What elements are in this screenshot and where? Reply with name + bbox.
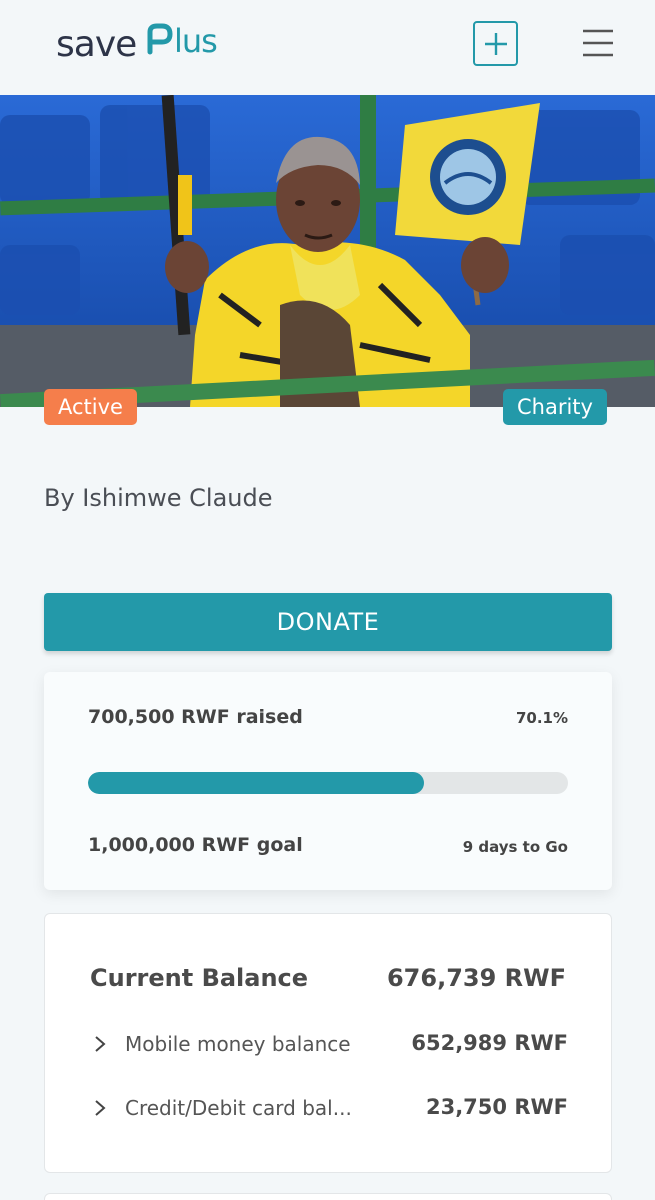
amount-raised: 700,500 RWF raised — [88, 706, 303, 728]
days-remaining: 9 days to Go — [462, 838, 568, 856]
balance-row-label: Mobile money balance — [125, 1032, 351, 1056]
goal-amount: 1,000,000 RWF goal — [88, 834, 303, 856]
logo-text-plus: lus — [144, 22, 232, 67]
hamburger-menu-icon — [583, 29, 613, 57]
add-campaign-button[interactable] — [473, 21, 518, 66]
donate-button[interactable]: DONATE — [44, 593, 612, 651]
balance-row-label: Credit/Debit card bal... — [125, 1096, 352, 1120]
progress-bar-fill — [88, 772, 425, 794]
svg-text:lus: lus — [174, 22, 217, 56]
percent-raised: 70.1% — [515, 709, 568, 727]
saveplus-logo[interactable]: save lus — [56, 22, 232, 67]
mobile-money-balance-row[interactable]: Mobile money balance 652,989 RWF — [90, 1030, 568, 1060]
balance-title: Current Balance — [90, 964, 309, 992]
chevron-right-icon — [95, 1100, 106, 1116]
logo-text-save: save — [56, 24, 137, 65]
current-balance-card: Current Balance 676,739 RWF Mobile money… — [44, 913, 612, 1173]
balance-row-amount: 652,989 RWF — [411, 1031, 568, 1055]
logo-plus-wordmark: lus — [147, 22, 218, 60]
category-badge: Charity — [503, 389, 607, 425]
status-badge: Active — [44, 389, 137, 425]
fundraising-progress-card: 700,500 RWF raised 70.1% 1,000,000 RWF g… — [44, 672, 612, 890]
chevron-right-icon — [95, 1036, 106, 1052]
campaign-author: By Ishimwe Claude — [44, 484, 273, 512]
hamburger-menu-button[interactable] — [582, 28, 614, 58]
progress-bar — [88, 772, 568, 794]
next-card-partial — [44, 1193, 612, 1200]
campaign-cover-image — [0, 95, 655, 407]
supporter-photo — [0, 95, 655, 407]
balance-total: 676,739 RWF — [386, 964, 566, 992]
card-balance-row[interactable]: Credit/Debit card bal... 23,750 RWF — [90, 1094, 568, 1124]
plus-icon — [484, 32, 507, 55]
balance-row-amount: 23,750 RWF — [425, 1095, 568, 1119]
app-header: save lus — [0, 0, 655, 95]
